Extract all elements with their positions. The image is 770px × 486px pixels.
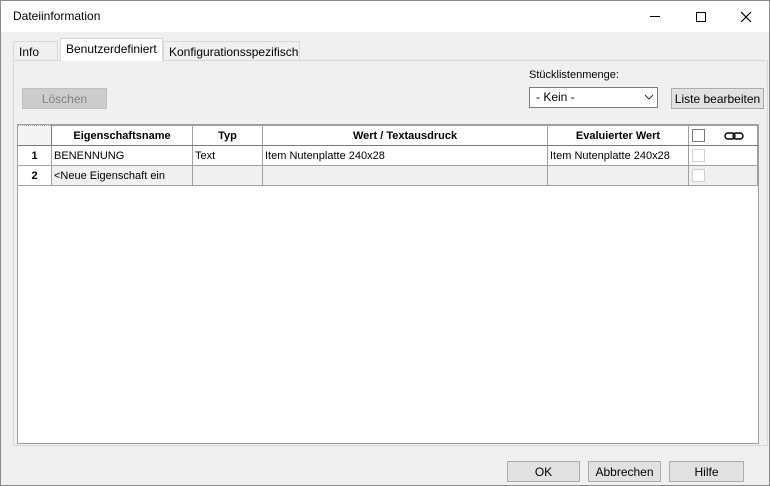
table-row[interactable]: 2 <Neue Eigenschaft ein (17, 165, 758, 186)
type-cell[interactable]: Text (192, 145, 263, 166)
col-header-type[interactable]: Typ (192, 125, 263, 146)
corner-cell (17, 125, 52, 146)
minimize-icon (650, 16, 660, 17)
window-title: Dateiinformation (13, 9, 101, 23)
link-icon (724, 131, 744, 140)
properties-table: Eigenschaftsname Typ Wert / Textausdruck… (17, 125, 758, 186)
title-bar: Dateiinformation (1, 1, 769, 32)
col-header-evaluated-value[interactable]: Evaluierter Wert (547, 125, 689, 146)
edit-list-button[interactable]: Liste bearbeiten (671, 88, 764, 109)
tab-info[interactable]: Info (13, 41, 58, 61)
evaluated-value-cell: Item Nutenplatte 240x28 (547, 145, 689, 166)
maximize-icon (696, 11, 706, 22)
value-cell[interactable]: Item Nutenplatte 240x28 (262, 145, 548, 166)
link-cell (688, 145, 758, 166)
tab-configuration-specific[interactable]: Konfigurationsspezifisch (163, 41, 300, 61)
value-cell[interactable] (262, 165, 548, 186)
link-cell (688, 165, 758, 186)
close-button[interactable] (723, 1, 769, 32)
property-name-cell[interactable]: <Neue Eigenschaft ein (51, 165, 193, 186)
help-button[interactable]: Hilfe (669, 461, 744, 482)
evaluated-value-cell (547, 165, 689, 186)
row-number[interactable]: 1 (17, 145, 52, 166)
col-header-property-name[interactable]: Eigenschaftsname (51, 125, 193, 146)
col-header-value[interactable]: Wert / Textausdruck (262, 125, 548, 146)
close-icon (740, 11, 752, 22)
bom-quantity-label: Stücklistenmenge: (529, 69, 619, 81)
file-info-dialog: Dateiinformation Info Benutzerdefiniert … (0, 0, 770, 486)
tab-custom[interactable]: Benutzerdefiniert (60, 38, 163, 61)
table-row[interactable]: 1 BENENNUNG Text Item Nutenplatte 240x28… (17, 145, 758, 166)
row-checkbox[interactable] (692, 149, 705, 162)
row-number[interactable]: 2 (17, 165, 52, 186)
col-header-link (688, 125, 758, 146)
ok-button[interactable]: OK (507, 461, 580, 482)
maximize-button[interactable] (678, 1, 724, 32)
bom-quantity-value: - Kein - (536, 90, 575, 104)
cancel-button[interactable]: Abbrechen (588, 461, 661, 482)
delete-button[interactable]: Löschen (22, 88, 107, 109)
bom-quantity-select[interactable]: - Kein - (529, 87, 658, 108)
type-cell[interactable] (192, 165, 263, 186)
row-checkbox[interactable] (692, 169, 705, 182)
chevron-down-icon (644, 94, 654, 100)
property-name-cell[interactable]: BENENNUNG (51, 145, 193, 166)
select-all-checkbox[interactable] (692, 129, 705, 142)
minimize-button[interactable] (632, 1, 678, 32)
table-header-row: Eigenschaftsname Typ Wert / Textausdruck… (17, 125, 758, 146)
